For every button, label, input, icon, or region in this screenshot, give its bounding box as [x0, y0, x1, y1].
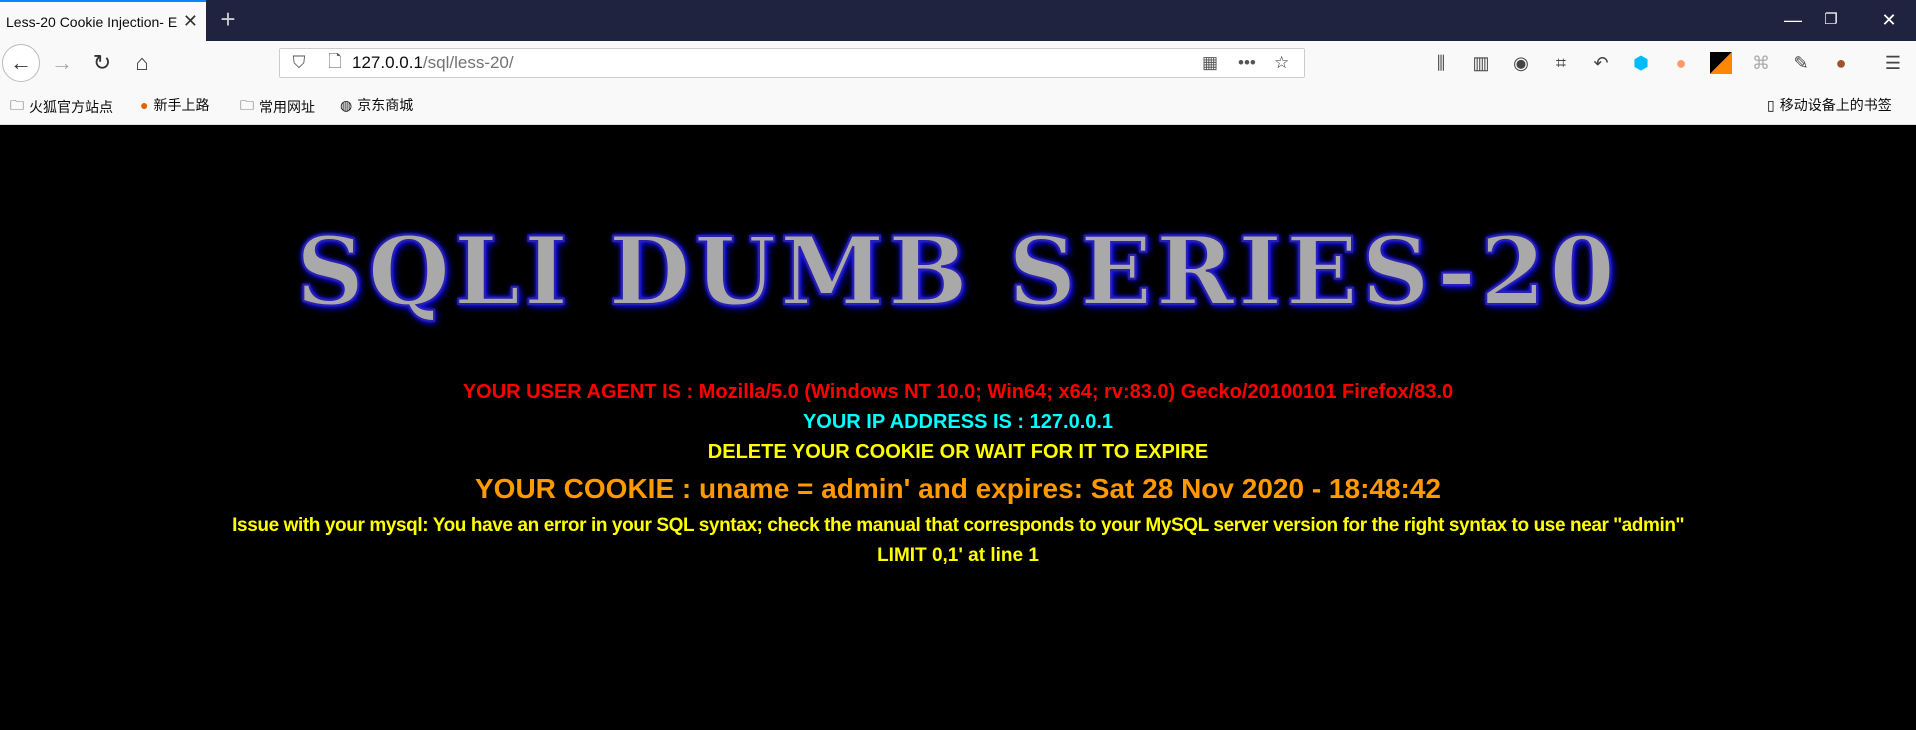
- home-button[interactable]: ⌂: [126, 47, 158, 79]
- extension-orange-icon[interactable]: ●: [1670, 52, 1692, 74]
- qr-code-icon[interactable]: ▦: [1202, 53, 1238, 73]
- reload-button[interactable]: ↻: [86, 47, 118, 79]
- sidebar-icon[interactable]: ▥: [1470, 52, 1492, 74]
- cookie-text: YOUR COOKIE : uname = admin' and expires…: [475, 473, 1441, 504]
- sql-error-line-1: Issue with your mysql: You have an error…: [232, 515, 1684, 536]
- back-button[interactable]: ←: [2, 44, 40, 82]
- active-tab[interactable]: Less-20 Cookie Injection- Error Based- s…: [0, 0, 206, 41]
- cookie-icon[interactable]: ●: [1830, 52, 1852, 74]
- url-host: 127.0.0.1: [352, 53, 423, 72]
- firefox-icon: ●: [140, 97, 149, 113]
- bookmark-star-icon[interactable]: ☆: [1274, 53, 1304, 73]
- globe-icon: ◍: [340, 96, 353, 113]
- user-agent-text: YOUR USER AGENT IS : Mozilla/5.0 (Window…: [462, 381, 1454, 403]
- delete-cookie-text: DELETE YOUR COOKIE OR WAIT FOR IT TO EXP…: [707, 441, 1209, 463]
- bookmark-item[interactable]: 🗀 火狐官方站点: [10, 95, 113, 119]
- undo-icon[interactable]: ↶: [1590, 52, 1612, 74]
- folder-icon: 🗀: [240, 97, 254, 113]
- page-info-icon[interactable]: 🗋: [318, 49, 352, 78]
- shield-icon[interactable]: ⛉: [280, 53, 318, 73]
- sql-error-line-2: LIMIT 0,1' at line 1: [877, 545, 1039, 566]
- logo-image: SQLI DUMB SERIES-20: [295, 216, 1619, 328]
- extension-blue-icon[interactable]: ⬢: [1630, 52, 1652, 74]
- extension-gray-icon[interactable]: ⌘: [1750, 52, 1772, 74]
- screenshot-icon[interactable]: ⌗: [1550, 52, 1572, 74]
- account-icon[interactable]: ◉: [1510, 52, 1532, 74]
- nav-toolbar: ← → ↻ ⌂ ⛉ 🗋 127.0.0.1/sql/less-20/ ▦ •••…: [0, 41, 1916, 84]
- mobile-bookmarks[interactable]: ▯ 移动设备上的书签: [1767, 95, 1892, 115]
- page-content: SQLI DUMB SERIES-20 YOUR USER AGENT IS :…: [0, 125, 1916, 730]
- title-bar: Less-20 Cookie Injection- Error Based- s…: [0, 0, 1916, 41]
- new-tab-button[interactable]: +: [212, 4, 244, 36]
- bookmark-item[interactable]: ◍ 京东商城: [340, 95, 413, 115]
- ip-address-text: YOUR IP ADDRESS IS : 127.0.0.1: [802, 411, 1114, 433]
- bookmarks-bar: 🗀 火狐官方站点 ● 新手上路 🗀 常用网址 ◍ 京东商城 ▯ 移动设备上的书签: [0, 84, 1916, 125]
- bookmark-item[interactable]: 🗀 常用网址: [240, 95, 315, 119]
- url-bar[interactable]: ⛉ 🗋 127.0.0.1/sql/less-20/ ▦ ••• ☆: [279, 48, 1305, 78]
- bookmark-item[interactable]: ● 新手上路: [140, 95, 209, 115]
- url-path: /sql/less-20/: [422, 53, 514, 72]
- folder-icon: 🗀: [10, 97, 24, 113]
- tab-title: Less-20 Cookie Injection- Error Based- s…: [6, 13, 178, 30]
- close-window-button[interactable]: ✕: [1866, 6, 1912, 34]
- mobile-icon: ▯: [1767, 96, 1775, 113]
- restore-button[interactable]: ❐: [1808, 6, 1854, 34]
- forward-button[interactable]: →: [46, 47, 78, 79]
- extension-paint-icon[interactable]: ✎: [1790, 52, 1812, 74]
- menu-icon[interactable]: ☰: [1882, 52, 1904, 74]
- library-icon[interactable]: ⫼: [1430, 52, 1452, 74]
- extension-flag-icon[interactable]: [1710, 52, 1732, 74]
- close-tab-icon[interactable]: ✕: [183, 11, 198, 32]
- page-actions-icon[interactable]: •••: [1238, 53, 1274, 73]
